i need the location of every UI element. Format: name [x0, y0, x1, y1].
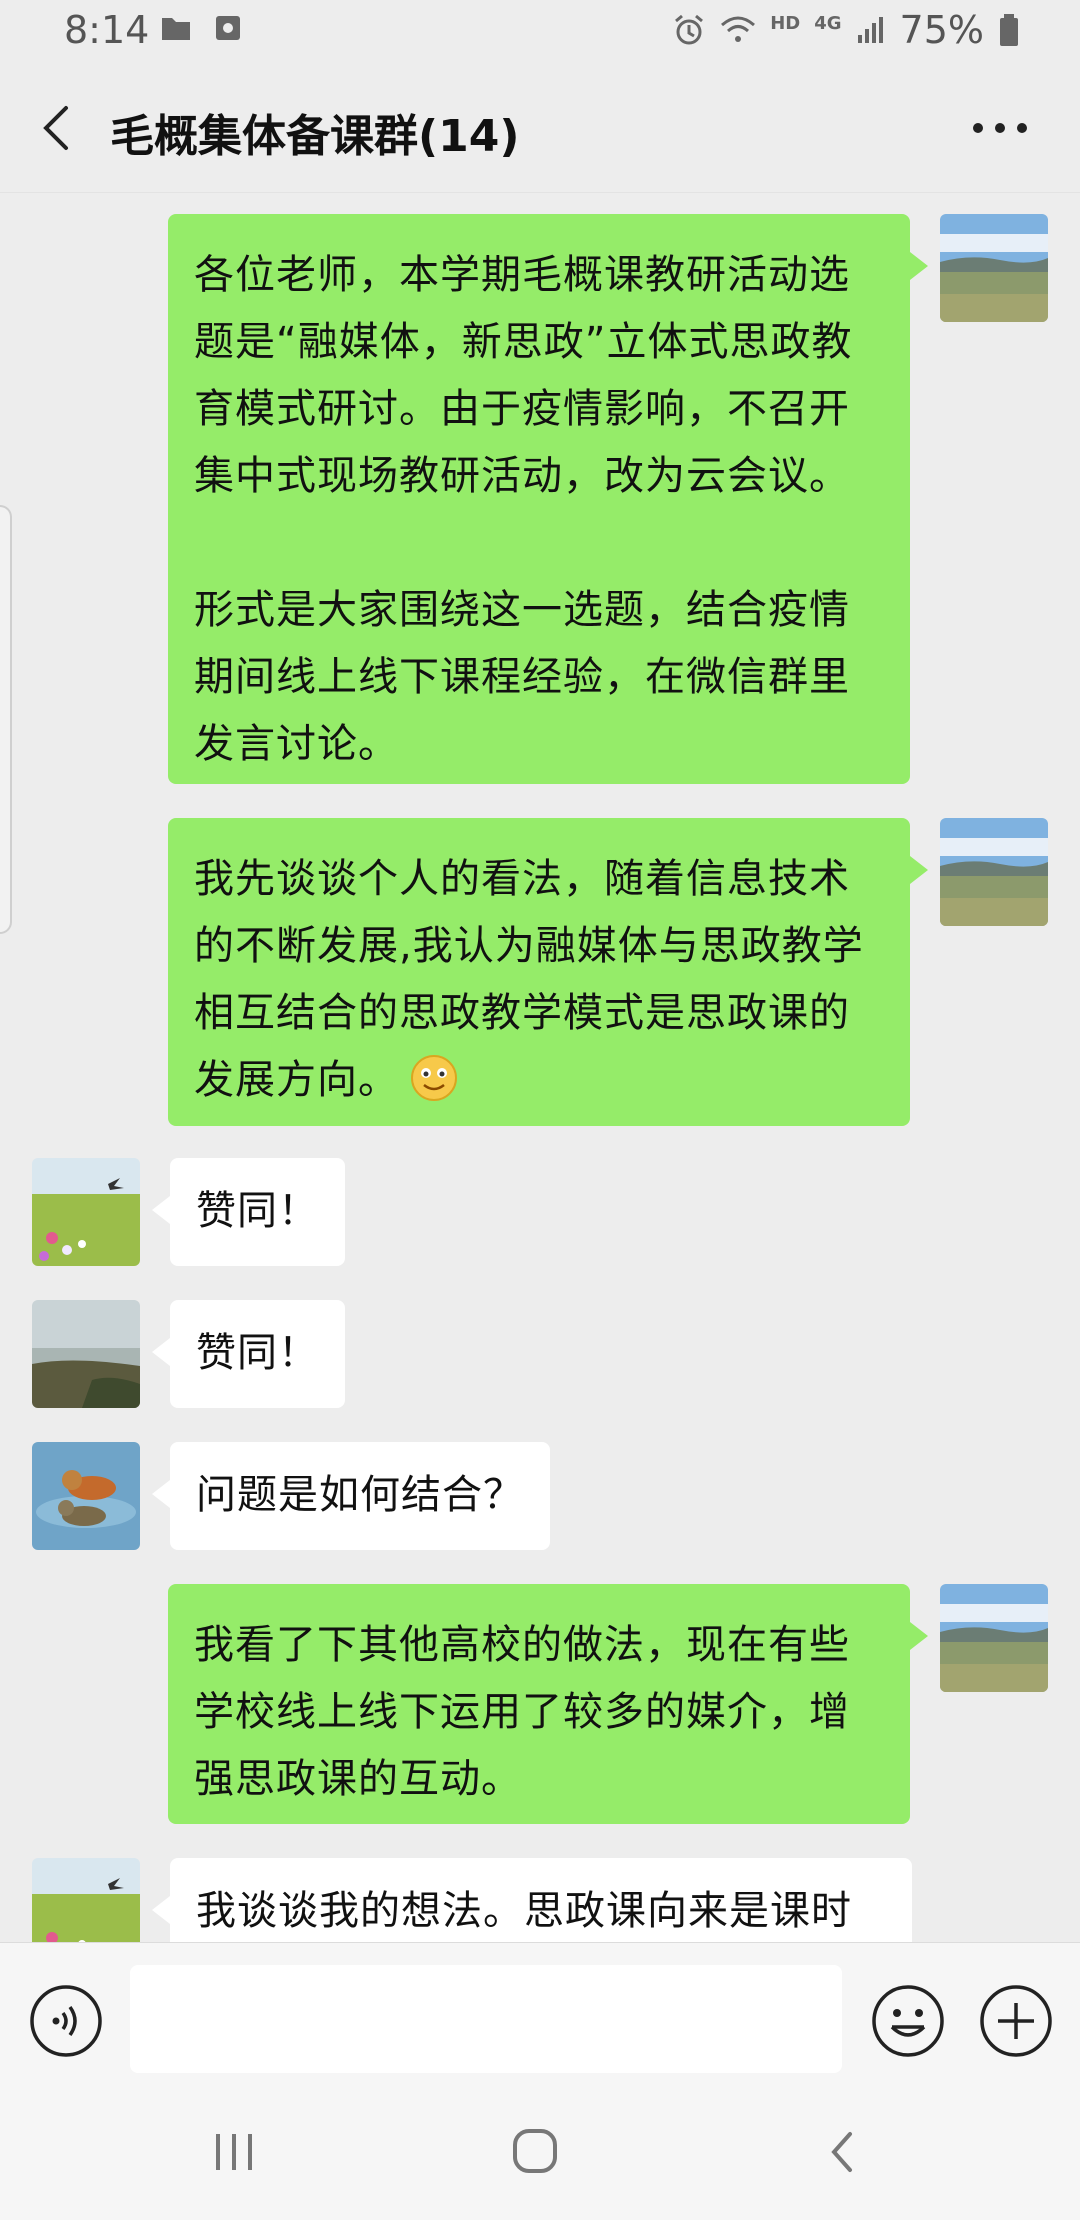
system-back-button[interactable] — [822, 2126, 862, 2178]
message-input[interactable] — [130, 1965, 842, 2073]
status-time: 8:14 — [64, 8, 150, 52]
folder-icon — [162, 18, 190, 40]
lake-avatar-icon — [32, 1300, 140, 1408]
home-icon — [513, 2129, 557, 2173]
message-bubble-self[interactable]: 我先谈谈个人的看法，随着信息技术的不断发展,我认为融媒体与思政教学相互结合的思政… — [168, 818, 928, 1126]
system-navigation-bar — [0, 2082, 1080, 2220]
avatar-member[interactable] — [32, 1858, 140, 1942]
message-text: 我先谈谈个人的看法，随着信息技术的不断发展,我认为融媒体与思政教学相互结合的思政… — [194, 856, 864, 1103]
flower-field-avatar-icon — [32, 1858, 140, 1942]
avatar-member[interactable] — [32, 1300, 140, 1408]
back-arrow-icon — [831, 2132, 852, 2172]
recents-button[interactable] — [210, 2130, 260, 2174]
message-bubble-member[interactable]: 赞同！ — [152, 1300, 345, 1408]
status-notification-icons — [160, 14, 242, 42]
wifi-icon — [721, 16, 756, 42]
flower-field-avatar-icon — [32, 1158, 140, 1266]
message-bubble-self[interactable]: 各位老师，本学期毛概课教研活动选题是“融媒体，新思政”立体式思政教育模式研讨。由… — [168, 214, 928, 784]
chevron-left-icon — [43, 106, 68, 150]
status-system-icons: HD 4G 75% — [672, 8, 1020, 52]
more-dots-icon — [973, 123, 1027, 133]
avatar-member[interactable] — [32, 1158, 140, 1266]
avatar-self[interactable] — [940, 214, 1048, 322]
avatar-self[interactable] — [940, 1584, 1048, 1692]
landscape-avatar-icon — [940, 818, 1048, 926]
smiley-icon — [872, 1985, 944, 2057]
message-list[interactable]: 各位老师，本学期毛概课教研活动选题是“融媒体，新思政”立体式思政教育模式研讨。由… — [0, 192, 1080, 1942]
battery-icon — [1000, 14, 1018, 46]
plus-circle-icon — [980, 1985, 1052, 2057]
more-options-button[interactable] — [964, 104, 1036, 152]
landscape-avatar-icon — [940, 1584, 1048, 1692]
signal-icon — [857, 17, 883, 43]
avatar-self[interactable] — [940, 818, 1048, 926]
message-bubble-member[interactable]: 赞同！ — [152, 1158, 345, 1266]
landscape-avatar-icon — [940, 214, 1048, 322]
message-bubble-member[interactable]: 我谈谈我的想法。思政课向来是课时 — [152, 1858, 912, 1942]
chat-input-bar — [0, 1942, 1080, 2083]
gallery-icon — [216, 16, 240, 40]
voice-input-button[interactable] — [28, 1983, 104, 2059]
battery-percent: 75% — [899, 8, 984, 52]
network-gen-label: 4G — [814, 12, 842, 34]
status-bar: 8:14 HD 4G 75% — [0, 0, 1080, 64]
emoji-button[interactable] — [870, 1983, 946, 2059]
more-functions-button[interactable] — [978, 1983, 1054, 2059]
avatar-member[interactable] — [32, 1442, 140, 1550]
recents-icon — [216, 2134, 252, 2170]
chat-header: 毛概集体备课群(14) — [0, 64, 1080, 193]
voice-icon — [30, 1985, 102, 2057]
smile-emoji-icon — [411, 1055, 457, 1101]
back-button[interactable] — [28, 94, 88, 162]
ducks-avatar-icon — [32, 1442, 140, 1550]
message-bubble-self[interactable]: 我看了下其他高校的做法，现在有些学校线上线下运用了较多的媒介，增强思政课的互动。 — [168, 1584, 928, 1824]
network-hd-label: HD — [770, 12, 801, 34]
home-button[interactable] — [510, 2126, 560, 2176]
chat-title: 毛概集体备课群(14) — [110, 111, 520, 162]
message-bubble-member[interactable]: 问题是如何结合？ — [152, 1442, 550, 1550]
alarm-icon — [675, 14, 704, 45]
